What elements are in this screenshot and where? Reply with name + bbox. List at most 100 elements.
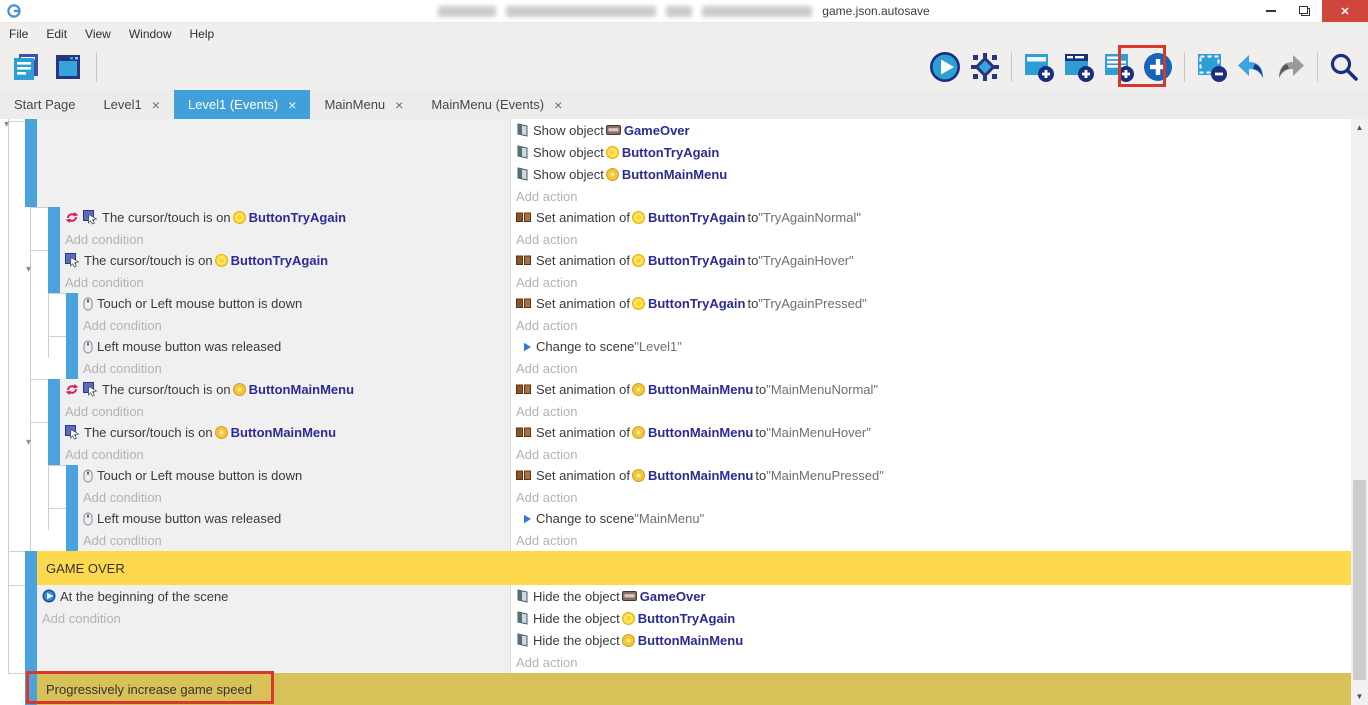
event-instruction-line[interactable]: Set animation of ButtonTryAgain to "TryA… [511, 207, 1351, 229]
scene-editor-icon[interactable] [50, 48, 86, 86]
add-action-button[interactable]: Add action [511, 444, 1351, 466]
event-row[interactable]: At the beginning of the sceneAdd conditi… [0, 585, 1351, 673]
redo-icon[interactable] [1273, 48, 1309, 86]
collapse-arrow-icon[interactable]: ▾ [4, 120, 9, 130]
tab-level1-events[interactable]: Level1 (Events) × [174, 90, 311, 119]
event-instruction-line[interactable]: Set animation of ButtonMainMenu to "Main… [511, 379, 1351, 401]
project-manager-icon[interactable] [8, 48, 44, 86]
menu-help[interactable]: Help [181, 23, 224, 45]
event-instruction-line[interactable]: Left mouse button was released [78, 336, 510, 358]
event-instruction-line[interactable]: The cursor/touch is on ButtonTryAgain [60, 250, 510, 272]
conditions-cell[interactable]: The cursor/touch is on ButtonTryAgainAdd… [60, 207, 510, 250]
event-instruction-line[interactable]: Show object GameOver [511, 119, 1351, 141]
add-comment-icon[interactable] [1100, 48, 1136, 86]
tab-close-icon[interactable]: × [152, 98, 160, 112]
event-row[interactable]: Left mouse button was releasedAdd condit… [0, 336, 1351, 379]
event-instruction-line[interactable]: The cursor/touch is on ButtonTryAgain [60, 207, 510, 229]
comment-row[interactable]: GAME OVER [0, 551, 1351, 585]
add-circle-icon[interactable] [1140, 48, 1176, 86]
tab-level1[interactable]: Level1 × [89, 90, 174, 119]
add-condition-button[interactable]: Add condition [60, 401, 510, 423]
add-event-icon[interactable] [1020, 48, 1056, 86]
conditions-cell[interactable]: Touch or Left mouse button is downAdd co… [78, 293, 510, 336]
conditions-cell[interactable]: Left mouse button was releasedAdd condit… [78, 508, 510, 551]
add-condition-button[interactable]: Add condition [60, 229, 510, 251]
add-action-button[interactable]: Add action [511, 651, 1351, 673]
restore-button[interactable] [1288, 0, 1322, 22]
comment-text[interactable]: Progressively increase game speed [37, 673, 1351, 705]
event-row[interactable]: The cursor/touch is on ButtonTryAgainAdd… [0, 207, 1351, 250]
play-icon[interactable] [927, 48, 963, 86]
event-instruction-line[interactable]: Hide the object GameOver [511, 585, 1351, 607]
event-instruction-line[interactable]: Touch or Left mouse button is down [78, 293, 510, 315]
add-subevent-icon[interactable] [1060, 48, 1096, 86]
event-row[interactable]: Show object GameOverShow object ButtonTr… [0, 119, 1351, 207]
actions-cell[interactable]: Set animation of ButtonTryAgain to "TryA… [510, 250, 1351, 293]
event-instruction-line[interactable]: Touch or Left mouse button is down [78, 465, 510, 487]
conditions-cell[interactable]: Left mouse button was releasedAdd condit… [78, 336, 510, 379]
conditions-cell[interactable]: The cursor/touch is on ButtonMainMenuAdd… [60, 422, 510, 465]
add-condition-button[interactable]: Add condition [78, 487, 510, 509]
close-button[interactable]: ✕ [1322, 0, 1368, 22]
event-instruction-line[interactable]: Set animation of ButtonMainMenu to "Main… [511, 422, 1351, 444]
menu-view[interactable]: View [76, 23, 120, 45]
event-instruction-line[interactable]: Set animation of ButtonTryAgain to "TryA… [511, 250, 1351, 272]
event-row[interactable]: The cursor/touch is on ButtonMainMenuAdd… [0, 379, 1351, 422]
event-instruction-line[interactable]: The cursor/touch is on ButtonMainMenu [60, 379, 510, 401]
event-instruction-line[interactable]: Show object ButtonMainMenu [511, 163, 1351, 185]
minimize-button[interactable] [1254, 0, 1288, 22]
actions-cell[interactable]: Set animation of ButtonTryAgain to "TryA… [510, 207, 1351, 250]
conditions-cell[interactable]: The cursor/touch is on ButtonMainMenuAdd… [60, 379, 510, 422]
scrollbar-thumb[interactable] [1353, 480, 1366, 680]
actions-cell[interactable]: Change to scene "Level1"Add action [510, 336, 1351, 379]
conditions-cell[interactable]: Touch or Left mouse button is downAdd co… [78, 465, 510, 508]
event-instruction-line[interactable]: The cursor/touch is on ButtonMainMenu [60, 422, 510, 444]
event-instruction-line[interactable]: Left mouse button was released [78, 508, 510, 530]
comment-row[interactable]: Progressively increase game speed [0, 673, 1351, 705]
event-row[interactable]: The cursor/touch is on ButtonTryAgainAdd… [0, 250, 1351, 293]
menu-window[interactable]: Window [120, 23, 181, 45]
conditions-cell[interactable]: The cursor/touch is on ButtonTryAgainAdd… [60, 250, 510, 293]
collapse-arrow-icon[interactable]: ▾ [26, 438, 31, 448]
scroll-up-icon[interactable]: ▲ [1351, 119, 1368, 136]
event-instruction-line[interactable]: Hide the object ButtonTryAgain [511, 607, 1351, 629]
scroll-down-icon[interactable]: ▼ [1351, 688, 1368, 705]
tab-close-icon[interactable]: × [288, 98, 296, 112]
add-action-button[interactable]: Add action [511, 315, 1351, 337]
collapse-arrow-icon[interactable]: ▾ [26, 265, 31, 275]
tab-mainmenu[interactable]: MainMenu × [310, 90, 417, 119]
actions-cell[interactable]: Set animation of ButtonTryAgain to "TryA… [510, 293, 1351, 336]
vertical-scrollbar[interactable]: ▲ ▼ [1351, 119, 1368, 705]
menu-edit[interactable]: Edit [37, 23, 76, 45]
add-condition-button[interactable]: Add condition [60, 272, 510, 294]
menu-file[interactable]: File [0, 23, 37, 45]
event-instruction-line[interactable]: Hide the object ButtonMainMenu [511, 629, 1351, 651]
comment-text[interactable]: GAME OVER [37, 551, 1351, 585]
event-instruction-line[interactable]: Change to scene "Level1" [511, 336, 1351, 358]
add-action-button[interactable]: Add action [511, 358, 1351, 380]
actions-cell[interactable]: Change to scene "MainMenu"Add action [510, 508, 1351, 551]
actions-cell[interactable]: Show object GameOverShow object ButtonTr… [510, 119, 1351, 207]
event-instruction-line[interactable]: Show object ButtonTryAgain [511, 141, 1351, 163]
undo-icon[interactable] [1233, 48, 1269, 86]
actions-cell[interactable]: Set animation of ButtonMainMenu to "Main… [510, 379, 1351, 422]
add-condition-button[interactable]: Add condition [37, 607, 510, 629]
event-row[interactable]: Touch or Left mouse button is downAdd co… [0, 293, 1351, 336]
tab-close-icon[interactable]: × [554, 98, 562, 112]
conditions-cell[interactable]: At the beginning of the sceneAdd conditi… [37, 585, 510, 673]
event-instruction-line[interactable]: Set animation of ButtonTryAgain to "TryA… [511, 293, 1351, 315]
tab-mainmenu-events[interactable]: MainMenu (Events) × [417, 90, 576, 119]
event-instruction-line[interactable]: Set animation of ButtonMainMenu to "Main… [511, 465, 1351, 487]
actions-cell[interactable]: Hide the object GameOverHide the object … [510, 585, 1351, 673]
event-instruction-line[interactable]: Change to scene "MainMenu" [511, 508, 1351, 530]
event-row[interactable]: Left mouse button was releasedAdd condit… [0, 508, 1351, 551]
event-instruction-line[interactable]: At the beginning of the scene [37, 585, 510, 607]
add-condition-button[interactable]: Add condition [60, 444, 510, 466]
add-condition-button[interactable]: Add condition [78, 530, 510, 552]
remove-event-icon[interactable] [1193, 48, 1229, 86]
add-action-button[interactable]: Add action [511, 530, 1351, 552]
add-action-button[interactable]: Add action [511, 229, 1351, 251]
search-icon[interactable] [1326, 48, 1362, 86]
add-action-button[interactable]: Add action [511, 401, 1351, 423]
add-action-button[interactable]: Add action [511, 487, 1351, 509]
